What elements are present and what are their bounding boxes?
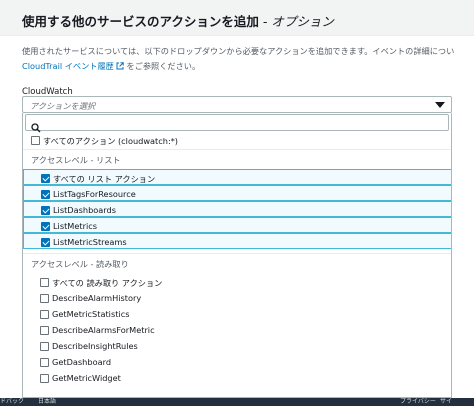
action-select[interactable]: アクションを選択 — [22, 96, 452, 113]
footer-feedback[interactable]: ドバック — [0, 398, 24, 406]
option-checkbox[interactable] — [41, 206, 50, 215]
option-checkbox[interactable] — [40, 326, 49, 335]
option-list-tags-for-resource[interactable]: ListTagsForResource — [23, 185, 451, 201]
title-optional: - オプション — [258, 14, 334, 29]
option-label: DescribeAlarmHistory — [52, 293, 142, 303]
option-checkbox[interactable] — [40, 358, 49, 367]
option-checkbox[interactable] — [41, 222, 50, 231]
cloudtrail-link[interactable]: CloudTrail イベント履歴 — [22, 61, 114, 71]
option-label: GetMetricWidget — [52, 373, 121, 383]
footer-privacy[interactable]: プライバシー — [400, 398, 436, 406]
option-checkbox[interactable] — [41, 190, 50, 199]
option-label: すべての リスト アクション — [53, 174, 156, 184]
option-list-metric-streams[interactable]: ListMetricStreams — [23, 233, 451, 249]
option-label: GetMetricStatistics — [52, 309, 130, 319]
group-header-read: アクセスレベル - 読み取り — [23, 253, 451, 271]
external-link-icon — [116, 60, 124, 75]
option-checkbox[interactable] — [40, 374, 49, 383]
option-label: DescribeAlarmsForMetric — [52, 325, 155, 335]
option-get-metric-statistics[interactable]: GetMetricStatistics — [23, 306, 451, 322]
option-get-dashboard[interactable]: GetDashboard — [23, 354, 451, 370]
group-header-label: アクセスレベル - リスト — [31, 155, 121, 165]
description-line-2: CloudTrail イベント履歴 をご参照ください。 — [22, 59, 462, 75]
option-label: すべての 読み取り アクション — [52, 278, 163, 288]
description-line-1: 使用されたサービスについては、以下のドロップダウンから必要なアクションを追加でき… — [22, 46, 455, 56]
description: 使用されたサービスについては、以下のドロップダウンから必要なアクションを追加でき… — [22, 44, 462, 75]
option-label: GetDashboard — [52, 357, 112, 367]
option-label: ListMetricStreams — [53, 237, 127, 247]
option-list-dashboards[interactable]: ListDashboards — [23, 201, 451, 217]
option-checkbox[interactable] — [40, 294, 49, 303]
option-checkbox[interactable] — [40, 310, 49, 319]
option-checkbox[interactable] — [40, 342, 49, 351]
option-checkbox[interactable] — [31, 136, 40, 145]
option-describe-alarms-for-metric[interactable]: DescribeAlarmsForMetric — [23, 322, 451, 338]
footer-language[interactable]: 日本語 — [38, 398, 56, 406]
option-label: ListTagsForResource — [53, 189, 136, 199]
modal-title: 使用する他のサービスのアクションを追加 - オプション — [22, 11, 334, 30]
option-checkbox[interactable] — [40, 278, 49, 287]
option-checkbox[interactable] — [41, 174, 50, 183]
option-label: ListMetrics — [53, 221, 98, 231]
option-label: すべてのアクション (cloudwatch:*) — [43, 136, 179, 146]
console-footer: ドバック 日本語 プライバシー サイ — [0, 398, 474, 406]
option-label: DescribeInsightRules — [52, 341, 138, 351]
action-dropdown: すべてのアクション (cloudwatch:*) アクセスレベル - リスト す… — [22, 113, 452, 398]
option-all-actions[interactable]: すべてのアクション (cloudwatch:*) — [23, 132, 451, 148]
caret-down-icon[interactable] — [435, 102, 445, 108]
option-label: ListDashboards — [53, 205, 116, 215]
option-all-list[interactable]: すべての リスト アクション — [23, 169, 451, 185]
option-describe-insight-rules[interactable]: DescribeInsightRules — [23, 338, 451, 354]
modal-header: 使用する他のサービスのアクションを追加 - オプション — [0, 0, 474, 36]
option-all-read[interactable]: すべての 読み取り アクション — [23, 274, 451, 290]
group-header-label: アクセスレベル - 読み取り — [31, 259, 129, 269]
description-suffix: をご参照ください。 — [123, 61, 201, 71]
option-describe-alarm-history[interactable]: DescribeAlarmHistory — [23, 290, 451, 306]
search-input[interactable] — [46, 116, 441, 129]
option-checkbox[interactable] — [41, 238, 50, 247]
title-text: 使用する他のサービスのアクションを追加 — [22, 14, 259, 29]
group-header-list: アクセスレベル - リスト — [23, 149, 451, 167]
search-box[interactable] — [25, 114, 449, 133]
action-select-placeholder: アクションを選択 — [30, 101, 96, 111]
option-get-metric-widget[interactable]: GetMetricWidget — [23, 370, 451, 386]
option-list-metrics[interactable]: ListMetrics — [23, 217, 451, 233]
footer-site[interactable]: サイ — [440, 398, 452, 406]
